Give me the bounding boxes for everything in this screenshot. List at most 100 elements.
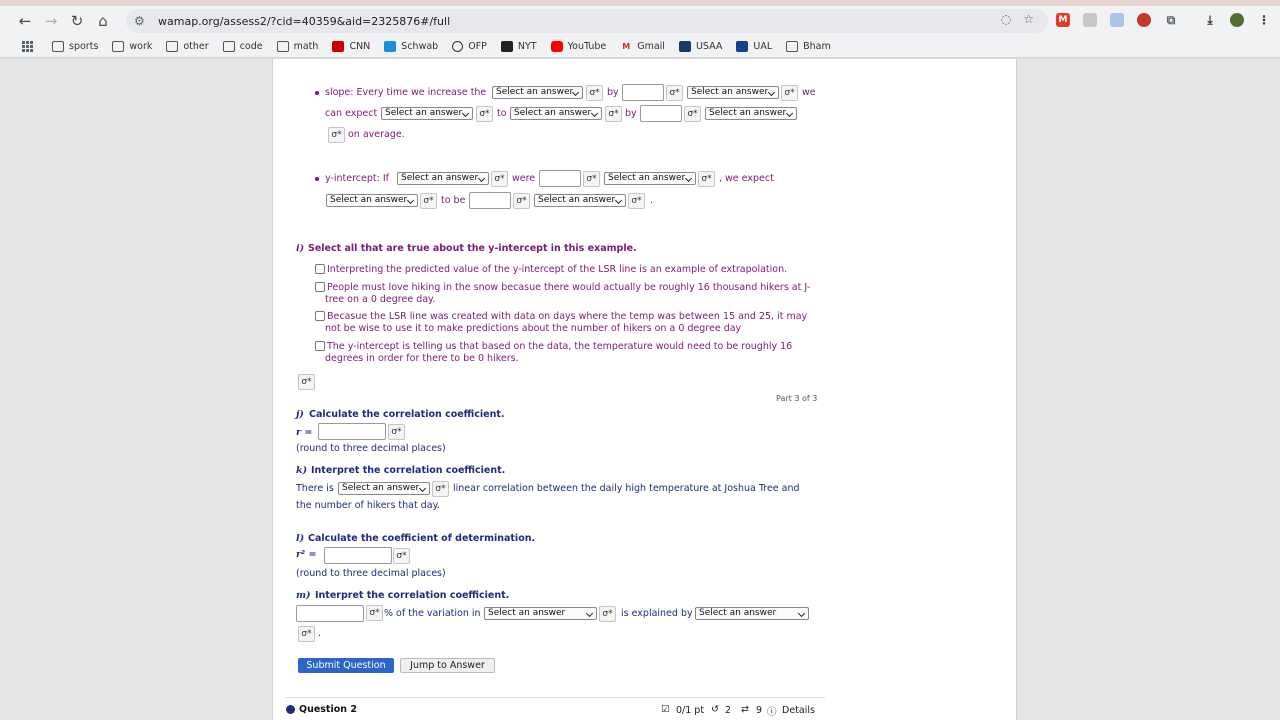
intercept-pen-1-icon[interactable]: σ* xyxy=(491,171,508,187)
part-i-letter: i) xyxy=(296,243,305,254)
slope-pen-5-icon[interactable]: σ* xyxy=(605,106,622,122)
intercept-we-expect-text: , we expect xyxy=(719,173,774,184)
details-link[interactable]: Details xyxy=(782,705,815,716)
bookmark-cnn[interactable]: CNN xyxy=(332,41,370,52)
question-footer: Question 2 ☑ 0/1 pt ↺ 2 ⇄ 9 ⓘ Details xyxy=(285,697,825,720)
slope-pen-6-icon[interactable]: σ* xyxy=(684,106,701,122)
download-icon[interactable]: ⤓ xyxy=(1203,13,1217,27)
extensions-puzzle-icon[interactable]: ⧉ xyxy=(1164,13,1178,27)
slope-select-4[interactable]: Select an answer xyxy=(510,107,602,120)
bookmark-bham[interactable]: Bham xyxy=(786,41,831,52)
explaining-variable-select[interactable]: Select an answer xyxy=(695,607,809,620)
intercept-pen-6-icon[interactable]: σ* xyxy=(628,193,645,209)
extension-red-icon[interactable] xyxy=(1137,13,1151,27)
intercept-pen-4-icon[interactable]: σ* xyxy=(420,193,437,209)
site-info-icon[interactable]: ⚙ xyxy=(134,14,152,28)
intercept-select-1[interactable]: Select an answer xyxy=(397,172,489,185)
assessment-panel: slope: Every time we increase the Select… xyxy=(272,59,1017,720)
bookmark-other[interactable]: other xyxy=(166,41,209,52)
bookmark-ual[interactable]: UAL xyxy=(736,41,772,52)
address-url: wamap.org/assess2/?cid=40359&aid=2325876… xyxy=(158,14,451,28)
r-pen-icon[interactable]: σ* xyxy=(388,424,405,440)
back-icon[interactable]: ← xyxy=(12,8,38,34)
folder-icon xyxy=(786,41,799,52)
slope-pen-4-icon[interactable]: σ* xyxy=(476,106,493,122)
bookmark-nyt[interactable]: NYT xyxy=(500,41,537,52)
r-input[interactable] xyxy=(318,423,386,440)
intercept-text: y-intercept: If xyxy=(325,173,389,184)
forward-icon[interactable]: → xyxy=(38,8,64,34)
home-icon[interactable]: ⌂ xyxy=(90,8,116,34)
intercept-pen-3-icon[interactable]: σ* xyxy=(698,171,715,187)
part-m-pen-2-icon[interactable]: σ* xyxy=(599,606,616,622)
variation-variable-select[interactable]: Select an answer xyxy=(484,607,597,620)
question-2-label[interactable]: Question 2 xyxy=(299,704,357,715)
slope-pen-2-icon[interactable]: σ* xyxy=(666,85,683,101)
part-label: Part 3 of 3 xyxy=(776,394,818,403)
option-4-checkbox[interactable] xyxy=(315,341,325,351)
part-m-question: Interpret the correlation coefficient. xyxy=(315,590,510,601)
part-m-pen-3-icon[interactable]: σ* xyxy=(298,626,315,642)
bookmark-ofp[interactable]: OFP xyxy=(452,41,487,52)
part-k-pen-icon[interactable]: σ* xyxy=(432,481,449,497)
slope-select-1[interactable]: Select an answer xyxy=(492,86,583,99)
intercept-select-2[interactable]: Select an answer xyxy=(604,172,696,185)
bookmarks-bar: sports work other code math CNN Schwab O… xyxy=(0,36,1280,58)
reload-icon[interactable]: ↻ xyxy=(64,8,90,34)
address-bar[interactable]: ⚙ wamap.org/assess2/?cid=40359&aid=23258… xyxy=(126,9,1048,33)
bookmark-work[interactable]: work xyxy=(112,41,152,52)
jump-to-answer-button[interactable]: Jump to Answer xyxy=(400,658,495,673)
slope-change-input[interactable] xyxy=(640,105,682,122)
apps-grid-icon[interactable] xyxy=(22,40,34,53)
submit-question-button[interactable]: Submit Question xyxy=(298,658,394,673)
bookmark-schwab[interactable]: Schwab xyxy=(384,41,438,52)
intercept-were-text: were xyxy=(512,173,536,184)
r-squared-input[interactable] xyxy=(324,547,392,564)
extension-blue-icon[interactable] xyxy=(1110,13,1124,27)
intercept-pen-2-icon[interactable]: σ* xyxy=(583,171,600,187)
bookmark-gmail[interactable]: M Gmail xyxy=(620,41,665,52)
slope-pen-7-icon[interactable]: σ* xyxy=(328,127,345,143)
option-1-checkbox[interactable] xyxy=(315,264,325,274)
intercept-pen-5-icon[interactable]: σ* xyxy=(513,193,530,209)
bookmark-star-icon[interactable]: ☆ xyxy=(1023,12,1034,26)
slope-to-text: to xyxy=(497,108,507,119)
attempts-count: 9 xyxy=(756,705,763,716)
slope-select-3[interactable]: Select an answer xyxy=(381,107,473,120)
option-3-checkbox[interactable] xyxy=(315,311,325,321)
percent-variation-input[interactable] xyxy=(296,605,364,622)
bookmark-youtube[interactable]: YouTube xyxy=(550,41,606,52)
intercept-select-4[interactable]: Select an answer xyxy=(534,194,626,207)
option-4-text-line1: The y-intercept is telling us that based… xyxy=(327,341,793,352)
bookmark-usaa[interactable]: USAA xyxy=(678,41,722,52)
bookmark-math[interactable]: math xyxy=(276,41,318,52)
intercept-result-input[interactable] xyxy=(469,192,511,209)
eye-slash-icon[interactable]: ◌ xyxy=(1001,12,1011,26)
slope-select-2[interactable]: Select an answer xyxy=(687,86,779,99)
extension-m-icon[interactable]: M xyxy=(1056,13,1070,27)
slope-amount-input[interactable] xyxy=(622,84,664,101)
intercept-select-3[interactable]: Select an answer xyxy=(326,194,418,207)
attempts-icon: ⇄ xyxy=(741,704,749,715)
part-i-pen-icon[interactable]: σ* xyxy=(298,374,315,390)
bullet-dot xyxy=(315,91,319,95)
intercept-value-input[interactable] xyxy=(539,170,581,187)
extension-grey-icon[interactable] xyxy=(1083,13,1097,27)
option-3-text-line2: not be wise to use it to make prediction… xyxy=(325,323,742,334)
bookmark-code[interactable]: code xyxy=(222,41,263,52)
option-2-checkbox[interactable] xyxy=(315,282,325,292)
slope-pen-1-icon[interactable]: σ* xyxy=(586,85,603,101)
option-1-text: Interpreting the predicted value of the … xyxy=(327,264,788,275)
bookmark-sports[interactable]: sports xyxy=(52,41,98,52)
correlation-strength-select[interactable]: Select an answer xyxy=(338,482,430,495)
slope-pen-3-icon[interactable]: σ* xyxy=(781,85,798,101)
menu-kebab-icon[interactable]: ⋮ xyxy=(1257,13,1271,27)
slope-text: slope: Every time we increase the xyxy=(325,87,487,98)
question-status-dot xyxy=(286,705,295,714)
cnn-icon xyxy=(332,41,345,52)
profile-avatar[interactable] xyxy=(1230,13,1244,27)
part-k-question: Interpret the correlation coefficient. xyxy=(311,465,506,476)
part-m-pen-1-icon[interactable]: σ* xyxy=(366,605,383,621)
r-squared-pen-icon[interactable]: σ* xyxy=(393,548,410,564)
slope-select-5[interactable]: Select an answer xyxy=(705,107,797,120)
